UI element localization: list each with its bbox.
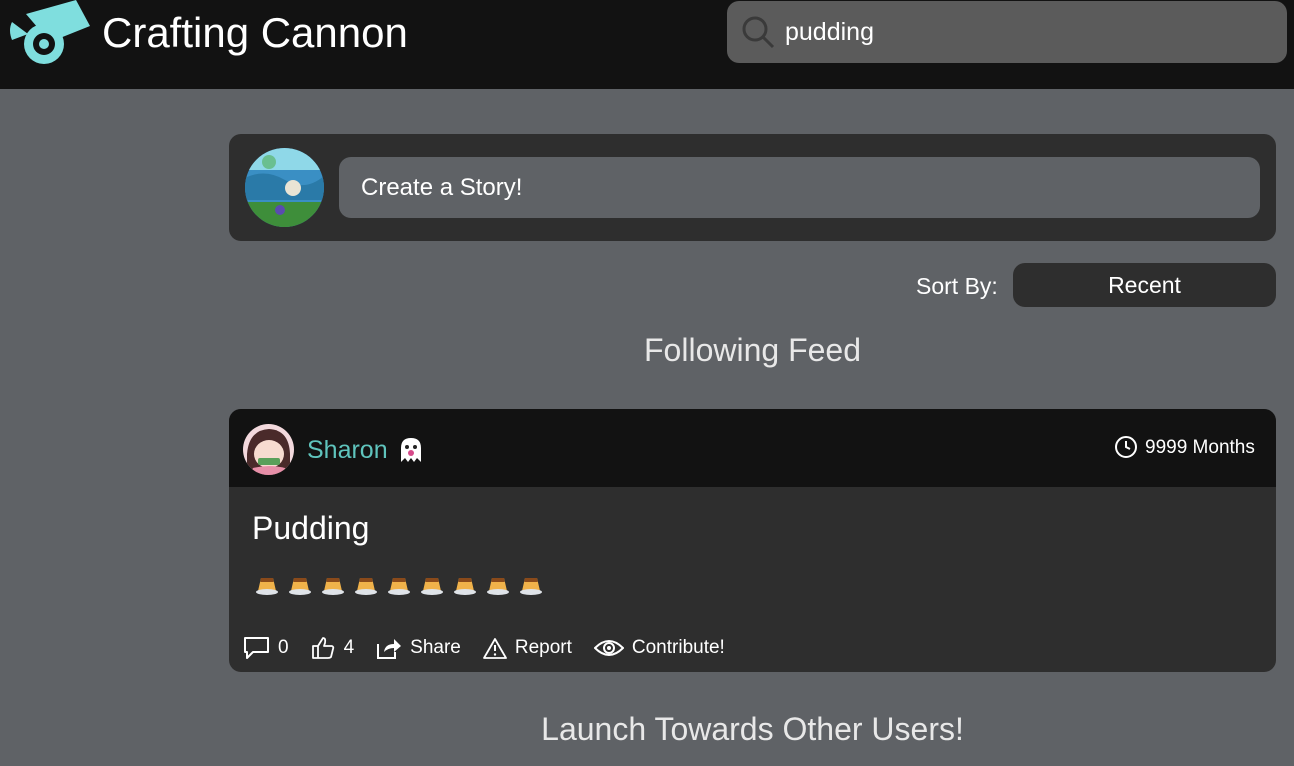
top-bar: Crafting Cannon xyxy=(0,0,1294,89)
like-count: 4 xyxy=(343,637,355,658)
sort-dropdown[interactable]: Recent xyxy=(1013,263,1276,307)
following-feed-title: Following Feed xyxy=(644,332,861,368)
pudding-icon xyxy=(289,578,311,595)
eye-icon xyxy=(593,640,624,656)
pudding-icon xyxy=(520,578,542,595)
comment-icon xyxy=(244,637,269,659)
contribute-label: Contribute! xyxy=(631,637,725,658)
pudding-icon xyxy=(487,578,509,595)
post-title[interactable]: Pudding xyxy=(252,509,369,547)
ghost-icon xyxy=(401,438,421,462)
post-author-name[interactable]: Sharon xyxy=(307,435,388,465)
report-label: Report xyxy=(514,637,572,658)
pudding-icon xyxy=(388,578,410,595)
post-card: Sharon 9999 Months Pudding 🍮🍮🍮🍮🍮🍮🍮🍮🍮 0 xyxy=(229,409,1276,672)
search-icon xyxy=(742,16,775,49)
thumbs-up-icon xyxy=(311,637,334,659)
post-actions: 0 4 Share Report Contribute! xyxy=(243,633,747,663)
comment-count: 0 xyxy=(278,637,289,658)
search-bar[interactable] xyxy=(727,1,1287,63)
pudding-icon xyxy=(355,578,377,595)
pudding-icon xyxy=(256,578,278,595)
app-title[interactable]: Crafting Cannon xyxy=(102,10,408,56)
post-header: Sharon 9999 Months xyxy=(229,409,1276,487)
report-button[interactable]: Report xyxy=(482,636,572,660)
contribute-button[interactable]: Contribute! xyxy=(593,636,725,660)
pudding-icon xyxy=(454,578,476,595)
create-story-card: Create a Story! xyxy=(229,134,1276,241)
warning-icon xyxy=(482,638,507,659)
pudding-icon xyxy=(322,578,344,595)
create-story-button[interactable]: Create a Story! xyxy=(339,157,1260,218)
pudding-icon xyxy=(421,578,443,595)
share-button[interactable]: Share xyxy=(376,636,461,660)
post-body: 🍮🍮🍮🍮🍮🍮🍮🍮🍮 xyxy=(255,569,543,597)
author-avatar-art xyxy=(243,424,294,475)
share-icon xyxy=(377,639,402,659)
user-avatar[interactable] xyxy=(245,148,324,227)
share-label: Share xyxy=(410,637,461,658)
search-input[interactable] xyxy=(785,13,1265,51)
sort-label: Sort By: xyxy=(916,273,998,299)
author-avatar[interactable] xyxy=(243,424,294,475)
launch-users-title: Launch Towards Other Users! xyxy=(541,711,964,747)
comment-button[interactable]: 0 xyxy=(243,636,289,660)
like-button[interactable]: 4 xyxy=(311,636,355,660)
cannon-logo-icon[interactable] xyxy=(6,0,90,64)
avatar-art xyxy=(245,148,324,227)
post-timestamp: 9999 Months xyxy=(1145,437,1255,458)
clock-icon xyxy=(1115,436,1137,458)
